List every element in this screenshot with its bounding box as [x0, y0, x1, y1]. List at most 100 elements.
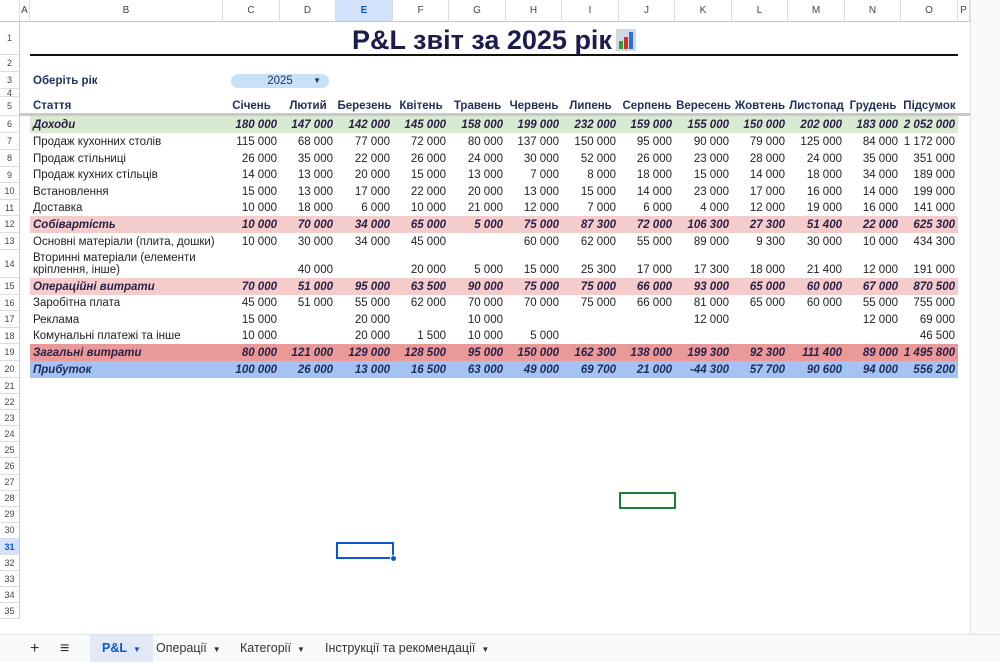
value-cell[interactable]: 22 000: [336, 150, 393, 167]
row-header-16[interactable]: 16: [0, 295, 20, 311]
value-cell[interactable]: 95 000: [336, 278, 393, 295]
value-cell[interactable]: [675, 328, 732, 344]
value-cell[interactable]: 162 300: [562, 344, 619, 361]
value-cell[interactable]: 45 000: [223, 295, 280, 311]
value-cell[interactable]: 79 000: [732, 133, 788, 150]
value-cell[interactable]: 25 300: [562, 263, 619, 277]
value-cell[interactable]: 202 000: [788, 116, 845, 133]
value-cell[interactable]: 23 000: [675, 183, 732, 200]
value-cell[interactable]: 142 000: [336, 116, 393, 133]
value-cell[interactable]: -44 300: [675, 361, 732, 378]
value-cell[interactable]: 7 000: [562, 200, 619, 216]
fill-handle[interactable]: [390, 555, 397, 562]
row-header-12[interactable]: 12: [0, 216, 20, 233]
total-cell[interactable]: 870 500: [901, 278, 958, 295]
vertical-scrollbar[interactable]: [970, 0, 1000, 634]
total-cell[interactable]: 1 495 800: [901, 344, 958, 361]
value-cell[interactable]: 21 000: [449, 200, 506, 216]
column-header-l[interactable]: L: [732, 0, 788, 22]
row-header-25[interactable]: 25: [0, 442, 20, 459]
row-header-32[interactable]: 32: [0, 555, 20, 572]
row-header-34[interactable]: 34: [0, 587, 20, 604]
row-header-9[interactable]: 9: [0, 167, 20, 183]
value-cell[interactable]: 75 000: [562, 295, 619, 311]
total-cell[interactable]: 625 300: [901, 216, 958, 233]
value-cell[interactable]: 115 000: [223, 133, 280, 150]
value-cell[interactable]: 7 000: [506, 167, 562, 183]
value-cell[interactable]: 51 000: [280, 278, 336, 295]
value-cell[interactable]: 17 300: [675, 263, 732, 277]
value-cell[interactable]: [619, 311, 675, 328]
value-cell[interactable]: 106 300: [675, 216, 732, 233]
row-header-3[interactable]: 3: [0, 72, 20, 89]
value-cell[interactable]: 8 000: [562, 167, 619, 183]
value-cell[interactable]: 19 000: [788, 200, 845, 216]
value-cell[interactable]: 65 000: [732, 295, 788, 311]
value-cell[interactable]: [732, 328, 788, 344]
value-cell[interactable]: [619, 328, 675, 344]
value-cell[interactable]: [280, 328, 336, 344]
value-cell[interactable]: [336, 263, 393, 277]
value-cell[interactable]: 13 000: [449, 167, 506, 183]
value-cell[interactable]: 16 500: [393, 361, 449, 378]
value-cell[interactable]: 52 000: [562, 150, 619, 167]
value-cell[interactable]: 34 000: [845, 167, 901, 183]
value-cell[interactable]: 28 000: [732, 150, 788, 167]
row-header-29[interactable]: 29: [0, 506, 20, 523]
value-cell[interactable]: 90 000: [675, 133, 732, 150]
value-cell[interactable]: 158 000: [449, 116, 506, 133]
value-cell[interactable]: 87 300: [562, 216, 619, 233]
value-cell[interactable]: [562, 328, 619, 344]
value-cell[interactable]: 75 000: [506, 216, 562, 233]
value-cell[interactable]: 23 000: [675, 150, 732, 167]
value-cell[interactable]: 24 000: [788, 150, 845, 167]
value-cell[interactable]: 18 000: [619, 167, 675, 183]
value-cell[interactable]: 13 000: [280, 183, 336, 200]
value-cell[interactable]: 10 000: [449, 328, 506, 344]
value-cell[interactable]: 65 000: [393, 216, 449, 233]
row-header-7[interactable]: 7: [0, 133, 20, 150]
value-cell[interactable]: 17 000: [619, 263, 675, 277]
column-header-d[interactable]: D: [280, 0, 336, 22]
value-cell[interactable]: 70 000: [506, 295, 562, 311]
value-cell[interactable]: 16 000: [845, 200, 901, 216]
tab-categories[interactable]: Категорії ▼: [230, 635, 315, 662]
row-header-11[interactable]: 11: [0, 200, 20, 216]
value-cell[interactable]: 89 000: [675, 233, 732, 250]
year-select[interactable]: 2025 ▼: [231, 74, 329, 88]
value-cell[interactable]: 10 000: [393, 200, 449, 216]
row-header-23[interactable]: 23: [0, 410, 20, 427]
row-header-4[interactable]: 4: [0, 88, 20, 98]
value-cell[interactable]: 20 000: [336, 311, 393, 328]
value-cell[interactable]: [223, 263, 280, 277]
value-cell[interactable]: 18 000: [732, 263, 788, 277]
value-cell[interactable]: 66 000: [619, 295, 675, 311]
total-cell[interactable]: 189 000: [901, 167, 958, 183]
column-header-j[interactable]: J: [619, 0, 675, 22]
column-header-p[interactable]: P: [958, 0, 970, 22]
add-sheet-button[interactable]: +: [20, 635, 49, 662]
value-cell[interactable]: 70 000: [223, 278, 280, 295]
value-cell[interactable]: 147 000: [280, 116, 336, 133]
value-cell[interactable]: 232 000: [562, 116, 619, 133]
row-header-35[interactable]: 35: [0, 603, 20, 620]
value-cell[interactable]: 159 000: [619, 116, 675, 133]
value-cell[interactable]: 111 400: [788, 344, 845, 361]
column-header-o[interactable]: O: [901, 0, 958, 22]
value-cell[interactable]: 12 000: [845, 263, 901, 277]
value-cell[interactable]: 199 000: [506, 116, 562, 133]
total-cell[interactable]: 755 000: [901, 295, 958, 311]
value-cell[interactable]: 14 000: [223, 167, 280, 183]
row-header-18[interactable]: 18: [0, 328, 20, 344]
value-cell[interactable]: 65 000: [732, 278, 788, 295]
value-cell[interactable]: 55 000: [619, 233, 675, 250]
row-header-19[interactable]: 19: [0, 344, 20, 361]
value-cell[interactable]: 199 300: [675, 344, 732, 361]
value-cell[interactable]: 17 000: [732, 183, 788, 200]
all-sheets-menu-button[interactable]: ≡: [50, 635, 79, 662]
value-cell[interactable]: 100 000: [223, 361, 280, 378]
value-cell[interactable]: 17 000: [336, 183, 393, 200]
total-cell[interactable]: 191 000: [901, 263, 958, 277]
value-cell[interactable]: [506, 311, 562, 328]
value-cell[interactable]: 137 000: [506, 133, 562, 150]
